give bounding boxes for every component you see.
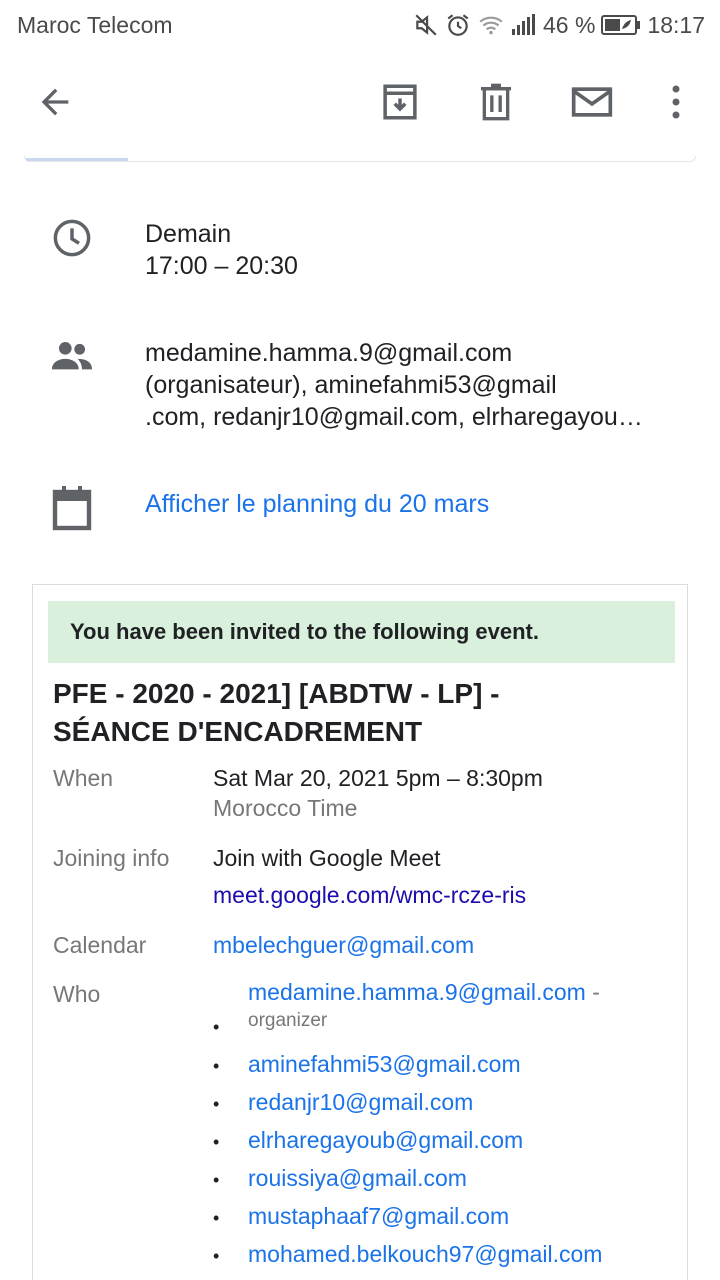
- list-item: mohamed.belkouch97@gmail.com: [213, 1239, 683, 1277]
- event-title: PFE - 2020 - 2021] [ABDTW - LP] - SÉANCE…: [53, 675, 663, 751]
- event-day: Demain: [145, 220, 232, 248]
- event-title-line: SÉANCE D'ENCADREMENT: [53, 716, 423, 747]
- list-item: elrharegayoub@gmail.com: [213, 1125, 683, 1163]
- alarm-icon: [445, 12, 471, 38]
- view-schedule-link[interactable]: Afficher le planning du 20 mars: [145, 488, 489, 520]
- attendees-line: medamine.hamma.9@gmail.com: [145, 339, 513, 367]
- guest-email-link[interactable]: mustaphaaf7@gmail.com: [248, 1203, 509, 1229]
- mute-icon: [413, 12, 439, 38]
- status-bar: Maroc Telecom 46 % 18:17: [0, 0, 720, 50]
- when-timezone: Morocco Time: [213, 795, 358, 821]
- calendar-icon: [48, 484, 96, 532]
- attendees-line: (organisateur), aminefahmi53@gmail: [145, 371, 557, 399]
- organizer-dash: -: [585, 979, 600, 1005]
- list-item: medamine.hamma.9@gmail.com - organizer: [213, 979, 683, 1049]
- back-button[interactable]: [31, 80, 79, 128]
- battery-percent: 46 %: [543, 11, 596, 38]
- carrier-name: Maroc Telecom: [17, 12, 173, 38]
- list-item: redanjr10@gmail.com: [213, 1087, 683, 1125]
- event-title-line: PFE - 2020 - 2021] [ABDTW - LP] -: [53, 678, 500, 709]
- wifi-icon: [477, 12, 505, 38]
- attendees-summary[interactable]: medamine.hamma.9@gmail.com (organisateur…: [145, 337, 643, 433]
- list-item: rouissiya@gmail.com: [213, 1163, 683, 1201]
- guest-email-link[interactable]: redanjr10@gmail.com: [248, 1089, 473, 1115]
- card-edge: [0, 156, 720, 166]
- list-item: mustaphaaf7@gmail.com: [213, 1201, 683, 1239]
- delete-button[interactable]: [472, 80, 520, 128]
- status-icons: 46 % 18:17: [413, 10, 705, 40]
- calendar-label: Calendar: [53, 932, 147, 958]
- invitation-email-body: You have been invited to the following e…: [32, 584, 688, 1280]
- trash-icon: [476, 81, 516, 128]
- mark-unread-button[interactable]: [568, 80, 616, 128]
- joining-label: Joining info: [53, 845, 170, 871]
- calendar-email-link[interactable]: mbelechguer@gmail.com: [213, 932, 474, 959]
- people-icon: [48, 332, 96, 380]
- guest-list: medamine.hamma.9@gmail.com - organizer a…: [213, 979, 683, 1277]
- when-label: When: [53, 765, 114, 791]
- more-vert-icon: [670, 84, 682, 125]
- battery-icon: [601, 14, 641, 36]
- invitation-banner: You have been invited to the following e…: [48, 601, 675, 663]
- guest-email-link[interactable]: mohamed.belkouch97@gmail.com: [248, 1241, 602, 1267]
- joining-value: Join with Google Meet: [213, 845, 441, 871]
- guest-email-link[interactable]: aminefahmi53@gmail.com: [248, 1051, 521, 1077]
- more-options-button[interactable]: [652, 80, 700, 128]
- list-item: aminefahmi53@gmail.com: [213, 1049, 683, 1087]
- archive-button[interactable]: [376, 80, 424, 128]
- mail-icon: [570, 83, 614, 126]
- event-time: Demain 17:00 – 20:30: [145, 218, 298, 282]
- event-time-range: 17:00 – 20:30: [145, 252, 298, 280]
- guest-email-link[interactable]: rouissiya@gmail.com: [248, 1165, 467, 1191]
- organizer-email-link[interactable]: medamine.hamma.9@gmail.com: [248, 979, 586, 1005]
- app-toolbar: [0, 50, 720, 158]
- archive-icon: [379, 81, 421, 128]
- attendees-line: .com, redanjr10@gmail.com, elrharegayou…: [145, 403, 643, 431]
- when-value: Sat Mar 20, 2021 5pm – 8:30pm: [213, 765, 543, 791]
- clock-time: 18:17: [647, 11, 705, 38]
- meet-link[interactable]: meet.google.com/wmc-rcze-ris: [213, 882, 526, 909]
- organizer-role: organizer: [248, 1010, 328, 1031]
- signal-icon: [511, 13, 537, 37]
- clock-icon: [48, 214, 96, 262]
- guest-email-link[interactable]: elrharegayoub@gmail.com: [248, 1127, 523, 1153]
- who-label: Who: [53, 981, 101, 1007]
- arrow-back-icon: [35, 82, 75, 127]
